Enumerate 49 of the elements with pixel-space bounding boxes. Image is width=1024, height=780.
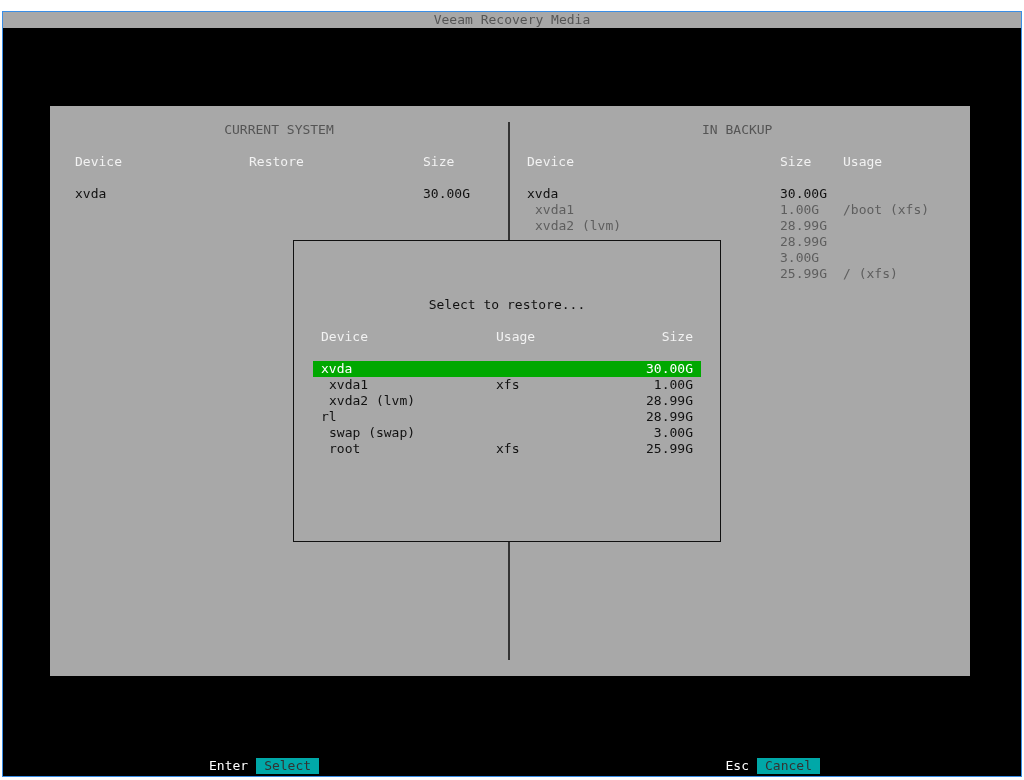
- size-text: 30.00G: [646, 361, 693, 377]
- size-text: 25.99G: [646, 441, 693, 457]
- table-cell-text: 1.00G: [780, 202, 821, 218]
- table-cell-text: 25.99G: [780, 266, 828, 282]
- table-cell-text: 28.99G: [780, 234, 828, 250]
- action-button[interactable]: Cancel: [757, 758, 820, 774]
- device-name: xvda: [321, 361, 354, 377]
- table-cell-text: xvda: [527, 186, 560, 202]
- list-row[interactable]: root xfs 25.99G: [313, 441, 701, 457]
- table-cell-text: xvda2 (lvm): [534, 218, 623, 234]
- table-cell-text: 28.99G: [780, 218, 828, 234]
- column-header: Size: [423, 154, 456, 170]
- size-text: 28.99G: [646, 409, 693, 425]
- size-text: 28.99G: [646, 393, 693, 409]
- size-text: 1.00G: [653, 377, 693, 393]
- column-header: Restore: [249, 154, 305, 170]
- table-cell-text: / (xfs): [843, 266, 899, 282]
- column-header: Size: [780, 154, 813, 170]
- column-header: Device: [321, 329, 369, 345]
- column-header: Device: [75, 154, 123, 170]
- list-row[interactable]: xvda1 xfs 1.00G: [313, 377, 701, 393]
- section-title: IN BACKUP: [702, 122, 773, 138]
- table-cell-text: 30.00G: [423, 186, 471, 202]
- size-text: 3.00G: [653, 425, 693, 441]
- table-cell-text: xvda1: [534, 202, 576, 218]
- table-cell-text: /boot (xfs): [843, 202, 931, 218]
- action-button[interactable]: Select: [256, 758, 320, 774]
- key-label: Esc: [725, 758, 750, 774]
- table-cell-text: xvda: [75, 186, 108, 202]
- table-cell-text: 30.00G: [780, 186, 828, 202]
- device-name: root: [328, 441, 362, 457]
- device-name: rl: [321, 409, 338, 425]
- usage-text: xfs: [496, 441, 521, 457]
- list-row[interactable]: rl 28.99G: [313, 409, 701, 425]
- column-header: Usage: [843, 154, 884, 170]
- column-header: Size: [661, 329, 693, 345]
- column-header: Usage: [496, 329, 537, 345]
- column-header: Device: [527, 154, 575, 170]
- window-title: Veeam Recovery Media: [3, 12, 1021, 28]
- section-title: CURRENT SYSTEM: [224, 122, 334, 138]
- device-name: swap (swap): [328, 425, 417, 441]
- device-name: xvda2 (lvm): [328, 393, 417, 409]
- key-label: Enter: [209, 758, 249, 774]
- table-cell-text: 3.00G: [780, 250, 821, 266]
- list-row[interactable]: swap (swap) 3.00G: [313, 425, 701, 441]
- list-row[interactable]: xvda2 (lvm) 28.99G: [313, 393, 701, 409]
- device-name: xvda1: [328, 377, 370, 393]
- usage-text: xfs: [496, 377, 521, 393]
- dialog-title: Select to restore...: [428, 297, 586, 313]
